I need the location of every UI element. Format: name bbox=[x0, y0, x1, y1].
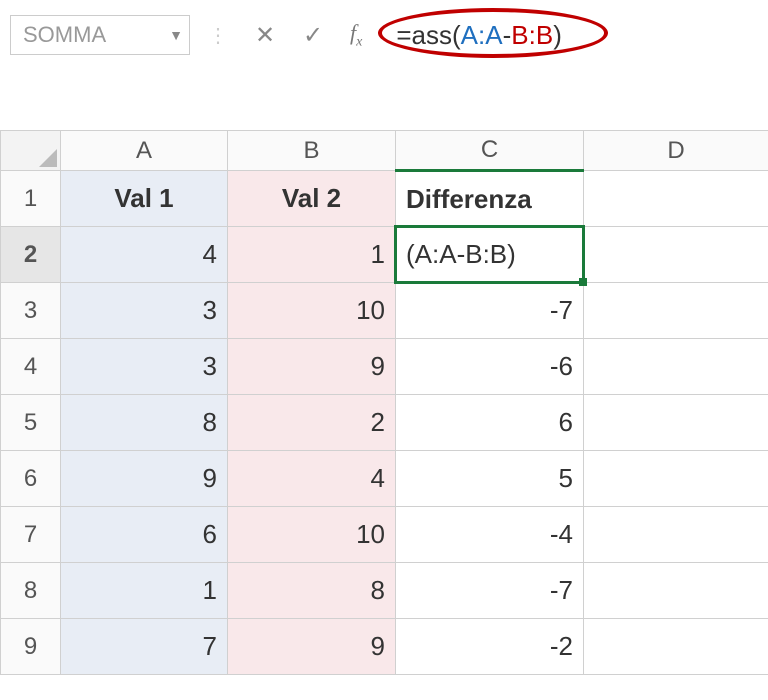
cell[interactable]: 8 bbox=[61, 395, 228, 451]
spreadsheet-grid[interactable]: A B C D 1 Val 1 Val 2 Differenza 2 4 1 (… bbox=[0, 130, 768, 675]
cell[interactable]: 6 bbox=[396, 395, 584, 451]
cell[interactable]: 6 bbox=[61, 507, 228, 563]
cell[interactable]: -7 bbox=[396, 563, 584, 619]
cell[interactable] bbox=[584, 507, 768, 563]
name-box-value: SOMMA bbox=[23, 22, 106, 48]
row-header[interactable]: 8 bbox=[1, 563, 61, 619]
row-header[interactable]: 3 bbox=[1, 283, 61, 339]
cell[interactable] bbox=[584, 395, 768, 451]
row-header[interactable]: 2 bbox=[1, 227, 61, 283]
formula-input[interactable]: =ass(A:A-B:B) bbox=[388, 16, 570, 55]
cell[interactable]: 5 bbox=[396, 451, 584, 507]
chevron-down-icon[interactable]: ▼ bbox=[169, 27, 183, 43]
cell[interactable]: Val 2 bbox=[228, 171, 396, 227]
separator: ⋮ bbox=[208, 23, 228, 48]
select-all-corner[interactable] bbox=[1, 131, 61, 171]
cell[interactable]: 9 bbox=[228, 339, 396, 395]
col-header-A[interactable]: A bbox=[61, 131, 228, 171]
cell[interactable]: -4 bbox=[396, 507, 584, 563]
cancel-formula-button[interactable]: ✕ bbox=[246, 16, 284, 54]
row-header[interactable]: 1 bbox=[1, 171, 61, 227]
cell[interactable]: 4 bbox=[61, 227, 228, 283]
accept-formula-button[interactable]: ✓ bbox=[294, 16, 332, 54]
cell[interactable]: 10 bbox=[228, 283, 396, 339]
cell[interactable]: 8 bbox=[228, 563, 396, 619]
cell[interactable] bbox=[584, 619, 768, 675]
cell[interactable]: Val 1 bbox=[61, 171, 228, 227]
fx-icon[interactable]: fx bbox=[342, 20, 370, 50]
row-header[interactable]: 4 bbox=[1, 339, 61, 395]
cell[interactable]: 1 bbox=[61, 563, 228, 619]
cell[interactable] bbox=[584, 171, 768, 227]
row-header[interactable]: 6 bbox=[1, 451, 61, 507]
cell[interactable]: 1 bbox=[228, 227, 396, 283]
row-header[interactable]: 9 bbox=[1, 619, 61, 675]
col-header-B[interactable]: B bbox=[228, 131, 396, 171]
cell-value: (A:A-B:B) bbox=[406, 239, 516, 269]
name-box[interactable]: SOMMA ▼ bbox=[10, 15, 190, 55]
col-header-C[interactable]: C bbox=[396, 131, 584, 171]
cell[interactable]: 10 bbox=[228, 507, 396, 563]
cell[interactable]: 3 bbox=[61, 283, 228, 339]
cell[interactable] bbox=[584, 451, 768, 507]
formula-text: =ass(A:A-B:B) bbox=[388, 16, 570, 55]
col-header-D[interactable]: D bbox=[584, 131, 768, 171]
cell[interactable]: -7 bbox=[396, 283, 584, 339]
cell[interactable]: -2 bbox=[396, 619, 584, 675]
cell[interactable]: 9 bbox=[228, 619, 396, 675]
cell[interactable]: Differenza bbox=[396, 171, 584, 227]
cell[interactable]: 7 bbox=[61, 619, 228, 675]
cell[interactable]: -6 bbox=[396, 339, 584, 395]
cell[interactable]: 4 bbox=[228, 451, 396, 507]
row-header[interactable]: 5 bbox=[1, 395, 61, 451]
formula-bar: SOMMA ▼ ⋮ ✕ ✓ fx =ass(A:A-B:B) bbox=[0, 0, 768, 70]
cell[interactable] bbox=[584, 339, 768, 395]
cell[interactable]: 2 bbox=[228, 395, 396, 451]
cell[interactable]: 9 bbox=[61, 451, 228, 507]
cell[interactable] bbox=[584, 283, 768, 339]
fill-handle[interactable] bbox=[579, 278, 587, 286]
cell[interactable]: 3 bbox=[61, 339, 228, 395]
active-cell[interactable]: (A:A-B:B) bbox=[396, 227, 584, 283]
cell[interactable] bbox=[584, 227, 768, 283]
cell[interactable] bbox=[584, 563, 768, 619]
row-header[interactable]: 7 bbox=[1, 507, 61, 563]
